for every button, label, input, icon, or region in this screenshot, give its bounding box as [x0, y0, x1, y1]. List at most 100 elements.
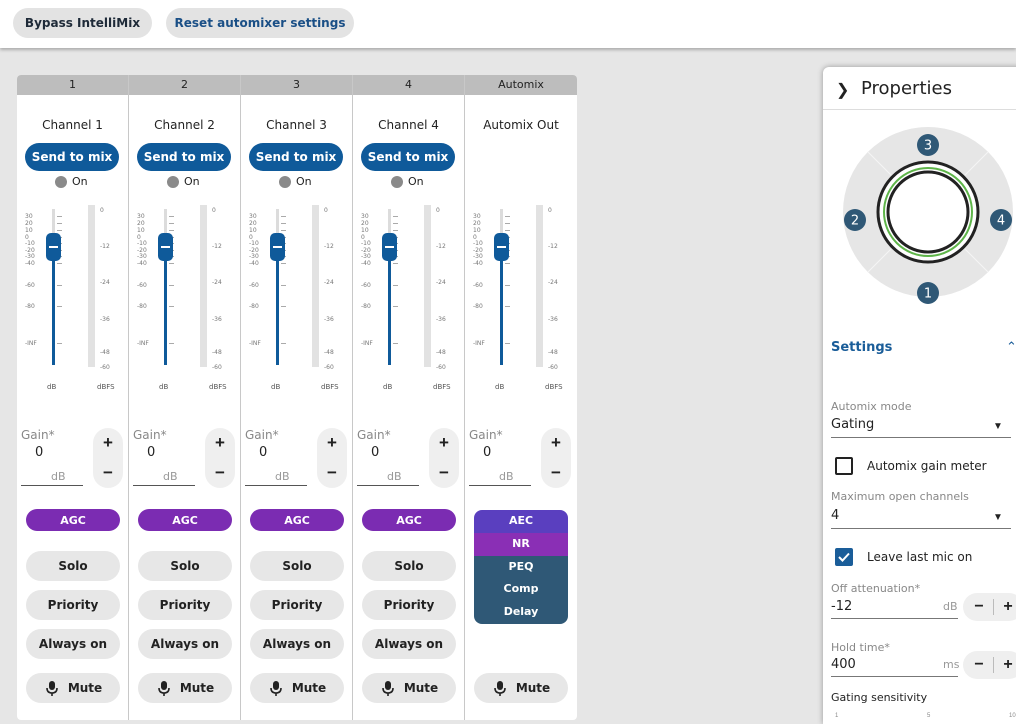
gain-input[interactable]: 0 — [483, 445, 491, 460]
plus-icon[interactable]: + — [541, 428, 571, 458]
gating-sensitivity-slider[interactable]: 1 5 10 — [831, 711, 1016, 721]
plus-icon[interactable]: + — [429, 428, 459, 458]
max-open-channels-select[interactable]: 4 — [831, 508, 839, 523]
fader-scale-label: -30 — [249, 253, 259, 260]
mute-button[interactable]: Mute — [138, 673, 232, 703]
hold-time-input[interactable]: 400 — [831, 657, 856, 672]
gain-stepper[interactable]: + − — [429, 428, 459, 488]
radar-lobe-3[interactable]: 3 — [917, 134, 939, 156]
solo-button[interactable]: Solo — [250, 551, 344, 581]
properties-header[interactable]: ❯ Properties — [823, 67, 1016, 110]
fader[interactable]: 30 20 10 0 -10 -20 -30 -40 -60 -80 -INF 0 -12 -24 -36-… — [249, 205, 349, 395]
fader-handle[interactable] — [494, 233, 509, 261]
always-on-button[interactable]: Always on — [138, 629, 232, 659]
fader[interactable]: 30 20 10 0 -10 -20 -30 -40 -60 -80 -INF 0 -12 -24 -36-… — [25, 205, 125, 395]
max-open-underline — [831, 528, 1011, 529]
solo-button[interactable]: Solo — [362, 551, 456, 581]
processing-block-delay[interactable]: Delay — [474, 601, 568, 624]
fader-scale-label: -30 — [25, 253, 35, 260]
bypass-intellimix-button[interactable]: Bypass IntelliMix — [13, 8, 152, 38]
minus-icon[interactable]: − — [541, 458, 571, 488]
fader-handle[interactable] — [270, 233, 285, 261]
gain-stepper[interactable]: + − — [317, 428, 347, 488]
always-on-button[interactable]: Always on — [250, 629, 344, 659]
settings-section-title[interactable]: Settings — [831, 340, 892, 355]
automix-gain-meter-checkbox[interactable] — [835, 457, 853, 475]
mute-button[interactable]: Mute — [362, 673, 456, 703]
leave-last-mic-checkbox[interactable] — [835, 548, 853, 566]
fader-handle[interactable] — [382, 233, 397, 261]
hold-time-stepper[interactable]: − + — [963, 651, 1016, 679]
processing-block-comp[interactable]: Comp — [474, 578, 568, 602]
fader-scale-label: -60 — [249, 282, 259, 289]
gain-stepper[interactable]: + − — [541, 428, 571, 488]
fader-handle[interactable] — [46, 233, 61, 261]
plus-icon[interactable]: + — [205, 428, 235, 458]
fader-scale-label: 20 — [473, 220, 481, 227]
on-indicator[interactable]: On — [55, 175, 88, 188]
chevron-up-icon[interactable]: ⌃ — [1006, 339, 1016, 355]
fader-handle[interactable] — [158, 233, 173, 261]
meter-scale: 0 -12 -24 -36 -48 -60 — [212, 205, 237, 371]
gain-input[interactable]: 0 — [35, 445, 43, 460]
gain-stepper[interactable]: + − — [205, 428, 235, 488]
send-to-mix-button[interactable]: Send to mix — [249, 143, 343, 171]
radar-lobe-4[interactable]: 4 — [990, 209, 1012, 231]
dropdown-caret-icon[interactable]: ▼ — [993, 512, 1003, 523]
priority-button[interactable]: Priority — [250, 590, 344, 620]
send-to-mix-button[interactable]: Send to mix — [361, 143, 455, 171]
priority-button[interactable]: Priority — [26, 590, 120, 620]
agc-button[interactable]: AGC — [362, 509, 456, 531]
priority-button[interactable]: Priority — [138, 590, 232, 620]
mute-button[interactable]: Mute — [26, 673, 120, 703]
always-on-button[interactable]: Always on — [362, 629, 456, 659]
solo-button[interactable]: Solo — [138, 551, 232, 581]
on-indicator[interactable]: On — [279, 175, 312, 188]
gain-input[interactable]: 0 — [147, 445, 155, 460]
fader-scale-label: 10 — [249, 227, 257, 234]
processing-block-aec[interactable]: AEC — [474, 510, 568, 533]
on-indicator[interactable]: On — [391, 175, 424, 188]
radar-lobe-1[interactable]: 1 — [917, 282, 939, 304]
minus-icon[interactable]: − — [966, 593, 992, 621]
processing-block-nr[interactable]: NR — [474, 532, 568, 556]
always-on-button[interactable]: Always on — [26, 629, 120, 659]
minus-icon[interactable]: − — [205, 458, 235, 488]
coverage-radar[interactable]: 3 2 4 1 — [833, 127, 1016, 317]
plus-icon[interactable]: + — [995, 651, 1016, 679]
automix-mode-select[interactable]: Gating — [831, 417, 874, 432]
fader[interactable]: 30 20 10 0 -10 -20 -30 -40 -60 -80 -INF 0 -12 -24 -36-… — [361, 205, 461, 395]
plus-icon[interactable]: + — [93, 428, 123, 458]
minus-icon[interactable]: − — [429, 458, 459, 488]
off-attenuation-stepper[interactable]: − + — [963, 593, 1016, 621]
reset-automixer-button[interactable]: Reset automixer settings — [166, 8, 354, 38]
plus-icon[interactable]: + — [317, 428, 347, 458]
off-attenuation-input[interactable]: -12 — [831, 599, 852, 614]
processing-block-peq[interactable]: PEQ — [474, 555, 568, 579]
fader-scale-label: -10 — [473, 240, 483, 247]
priority-button[interactable]: Priority — [362, 590, 456, 620]
gain-stepper[interactable]: + − — [93, 428, 123, 488]
plus-icon[interactable]: + — [995, 593, 1016, 621]
send-to-mix-button[interactable]: Send to mix — [137, 143, 231, 171]
minus-icon[interactable]: − — [93, 458, 123, 488]
minus-icon[interactable]: − — [966, 651, 992, 679]
agc-button[interactable]: AGC — [138, 509, 232, 531]
fader-scale-label: -40 — [361, 260, 371, 267]
mute-button[interactable]: Mute — [474, 673, 568, 703]
dropdown-caret-icon[interactable]: ▼ — [993, 421, 1003, 432]
fader[interactable]: 30 20 10 0 -10 -20 -30 -40 -60 -80 -INF 0 -12 -24 -36-… — [473, 205, 573, 395]
minus-icon[interactable]: − — [317, 458, 347, 488]
agc-button[interactable]: AGC — [250, 509, 344, 531]
send-to-mix-button[interactable]: Send to mix — [25, 143, 119, 171]
on-indicator[interactable]: On — [167, 175, 200, 188]
fader[interactable]: 30 20 10 0 -10 -20 -30 -40 -60 -80 -INF 0 -12 -24 -36-… — [137, 205, 237, 395]
fader-scale-label: -60 — [361, 282, 371, 289]
gain-input[interactable]: 0 — [259, 445, 267, 460]
chevron-right-icon[interactable]: ❯ — [836, 80, 849, 100]
radar-lobe-2[interactable]: 2 — [844, 209, 866, 231]
agc-button[interactable]: AGC — [26, 509, 120, 531]
gain-input[interactable]: 0 — [371, 445, 379, 460]
mute-button[interactable]: Mute — [250, 673, 344, 703]
solo-button[interactable]: Solo — [26, 551, 120, 581]
